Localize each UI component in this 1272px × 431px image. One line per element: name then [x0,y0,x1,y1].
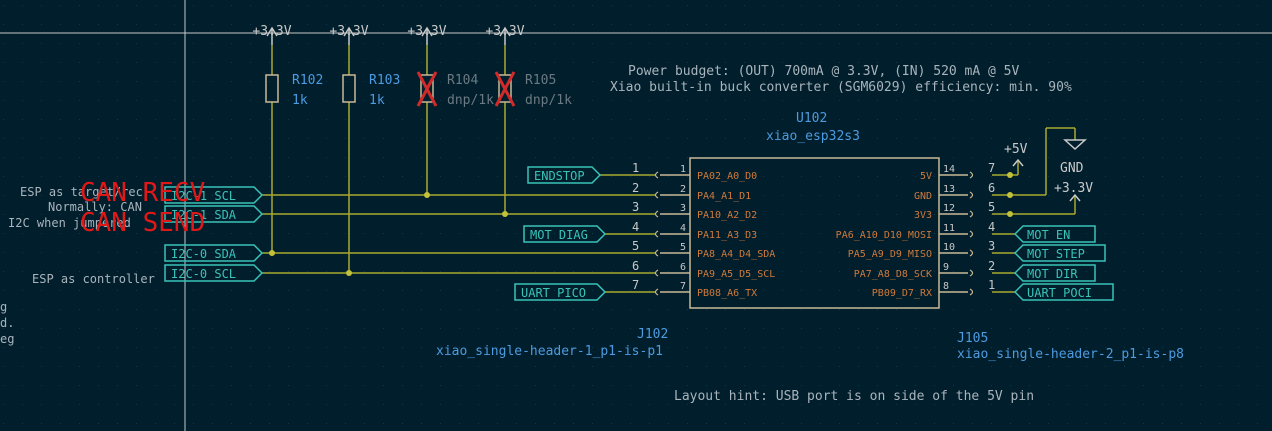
pin-name: PA5_A9_D9_MISO [848,249,932,260]
j102-ref: J102 [637,327,668,342]
pin-number: 8 [943,281,949,292]
resistor-ref: R102 [292,73,323,88]
power-label: +3.3V [485,24,524,39]
net-label: UART_POCI [1027,286,1092,300]
net-label: UART_PICO [521,286,586,300]
pin-number: 10 [943,242,955,253]
header-pin-number: 5 [632,239,639,253]
header-pin-number: 1 [988,278,995,292]
power-label: +3.3V [329,24,368,39]
header-pin-number: 4 [632,220,639,234]
left-edge-text-1: g [0,300,7,314]
pin-name: PA4_A1_D1 [697,191,751,202]
pin-number: 2 [680,184,686,195]
resistor-ref: R103 [369,73,400,88]
j105-ref: J105 [957,331,988,346]
net-label: ENDSTOP [534,169,585,183]
junction-dot [1007,172,1013,178]
u102-ref: U102 [796,111,827,126]
junction-dot [269,250,275,256]
header-pin-number: 3 [632,200,639,214]
layout-hint-note: Layout hint: USB port is on side of the … [674,389,1034,404]
pin-number: 5 [680,242,686,253]
net-label: MOT_DIR [1027,267,1078,281]
pin-name: PA7_A8_D8_SCK [854,269,932,280]
power-label: GND [1060,161,1084,176]
pin-name: PA10_A2_D2 [697,210,757,221]
pin-name: PB08_A6_TX [697,288,757,299]
pin-name: 5V [920,171,932,182]
junction-dot [424,192,430,198]
net-label: MOT_DIAG [530,228,588,242]
header-pin-number: 7 [632,278,639,292]
net-label: MOT_STEP [1027,247,1085,261]
j102-value: xiao_single-header-1_p1-is-p1 [436,344,663,359]
esp-controller-note: ESP as controller [32,272,155,286]
pin-number: 4 [680,223,686,234]
net-label: I2C-0_SDA [171,247,237,261]
net-label: I2C-0_SCL [171,267,236,281]
header-pin-number: 5 [988,200,995,214]
resistor-value: dnp/1k [525,93,572,108]
pin-name: PB09_D7_RX [872,288,932,299]
can-send-overlay: CAN SEND [80,208,205,238]
resistor-value: 1k [292,93,308,108]
can-recv-overlay: CAN RECV [80,178,205,208]
pin-number: 12 [943,203,955,214]
pin-number: 9 [943,262,949,273]
net-label: MOT_EN [1027,228,1070,242]
power-budget-note: Power budget: (OUT) 700mA @ 3.3V, (IN) 5… [628,64,1020,79]
junction-dot [1007,211,1013,217]
junction-dot [1007,192,1013,198]
power-label: +3.3V [407,24,446,39]
junction-dot [346,270,352,276]
j105-value: xiao_single-header-2_p1-is-p8 [957,347,1184,362]
left-edge-text-2: d. [0,316,14,330]
pin-number: 1 [680,164,686,175]
header-pin-number: 2 [988,259,995,273]
pin-name: PA6_A10_D10_MOSI [836,230,932,241]
resistor-value: 1k [369,93,385,108]
junction-dot [502,211,508,217]
pin-name: 3V3 [914,210,932,221]
header-pin-number: 7 [988,161,995,175]
resistor-value: dnp/1k [447,93,494,108]
power-label: +5V [1004,142,1028,157]
power-label: +3.3V [1054,181,1093,196]
header-pin-number: 1 [632,161,639,175]
header-pin-number: 2 [632,181,639,195]
resistor-ref: R105 [525,73,556,88]
pin-number: 14 [943,164,955,175]
header-pin-number: 3 [988,239,995,253]
pin-name: PA11_A3_D3 [697,230,757,241]
header-pin-number: 6 [632,259,639,273]
pin-name: PA8_A4_D4_SDA [697,249,775,260]
pin-name: PA9_A5_D5_SCL [697,269,775,280]
pin-number: 13 [943,184,955,195]
pin-number: 6 [680,262,686,273]
pin-number: 11 [943,223,955,234]
pin-number: 7 [680,281,686,292]
u102-value: xiao_esp32s3 [766,129,860,144]
pin-name: PA02_A0_D0 [697,171,757,182]
pin-name: GND [914,191,932,202]
header-pin-number: 4 [988,220,995,234]
pin-number: 3 [680,203,686,214]
left-edge-text-3: eg [0,332,14,346]
header-pin-number: 6 [988,181,995,195]
schematic-canvas[interactable]: R102 1k R103 1k R104 dnp/1k R105 dnp/1k +3.3V +3… [0,0,1272,431]
power-label: +3.3V [252,24,291,39]
buck-converter-note: Xiao built-in buck converter (SGM6029) e… [610,80,1072,95]
resistor-ref: R104 [447,73,478,88]
